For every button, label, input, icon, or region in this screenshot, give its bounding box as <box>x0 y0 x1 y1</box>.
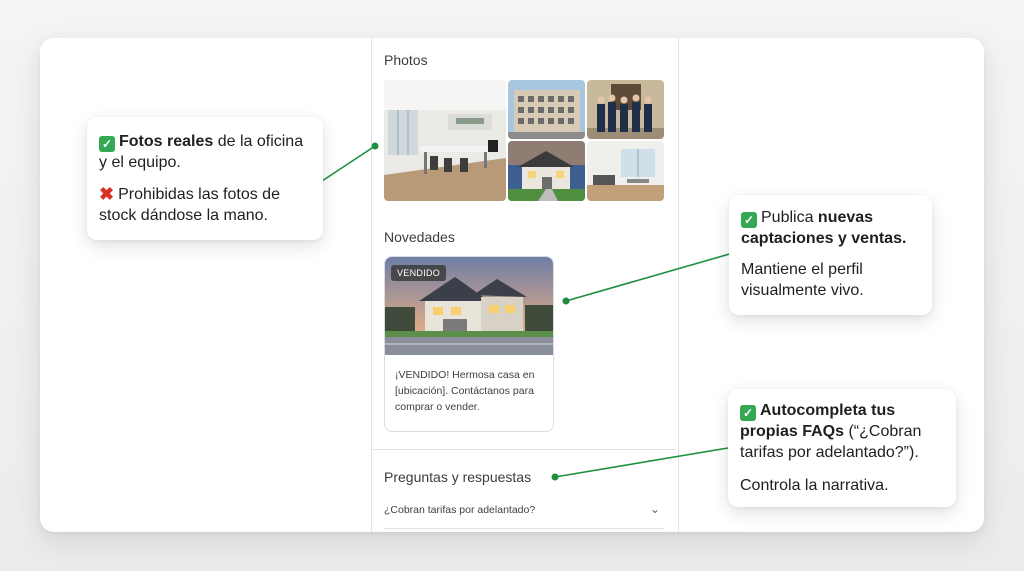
photos-callout-line2: ✖ Prohibidas las fotos de stock dándose l… <box>99 184 280 224</box>
news-callout-line2: Mantiene el perfil visualmente vivo. <box>741 261 864 299</box>
chevron-down-icon[interactable]: ⌄ <box>650 502 660 516</box>
faq-question: ¿Cobran tarifas por adelantado? <box>384 504 536 516</box>
cross-icon: ✖ <box>99 184 115 204</box>
check-icon: ✓ <box>741 212 757 228</box>
faq-callout: ✓ Autocompleta tus propias FAQs (“¿Cobran… <box>728 389 956 507</box>
section-divider <box>372 449 676 450</box>
photos-title: Photos <box>384 52 428 68</box>
faq-item[interactable]: ¿Cobran tarifas por adelantado? ⌄ <box>384 502 664 526</box>
post-card[interactable]: VENDIDO ¡VENDIDO! Hermosa casa en [ubica… <box>384 256 554 432</box>
news-callout-line1: ✓ Publica nuevas captaciones y ventas. <box>741 209 907 247</box>
photos-callout: ✓ Fotos reales de la oficina y el equipo.… <box>87 117 323 240</box>
qa-title: Preguntas y respuestas <box>384 469 532 485</box>
living-room-photo[interactable] <box>587 141 664 201</box>
sold-house-image: VENDIDO <box>385 257 553 355</box>
faq-divider <box>384 528 664 529</box>
photos-callout-line1: ✓ Fotos reales de la oficina y el equipo. <box>99 133 304 171</box>
news-callout: ✓ Publica nuevas captaciones y ventas. Ma… <box>729 195 932 315</box>
building-exterior-photo[interactable] <box>508 80 585 139</box>
team-photo[interactable] <box>587 80 664 139</box>
faq-callout-line1: ✓ Autocompleta tus propias FAQs (“¿Cobran… <box>740 402 922 461</box>
sold-badge: VENDIDO <box>391 265 447 281</box>
check-icon: ✓ <box>99 136 115 152</box>
faq-callout-line2: Controla la narrativa. <box>740 477 889 494</box>
house-exterior-photo[interactable] <box>508 141 585 201</box>
post-text: ¡VENDIDO! Hermosa casa en [ubicación]. C… <box>395 369 535 413</box>
news-title: Novedades <box>384 229 455 245</box>
office-interior-photo[interactable] <box>384 80 506 201</box>
check-icon: ✓ <box>740 405 756 421</box>
